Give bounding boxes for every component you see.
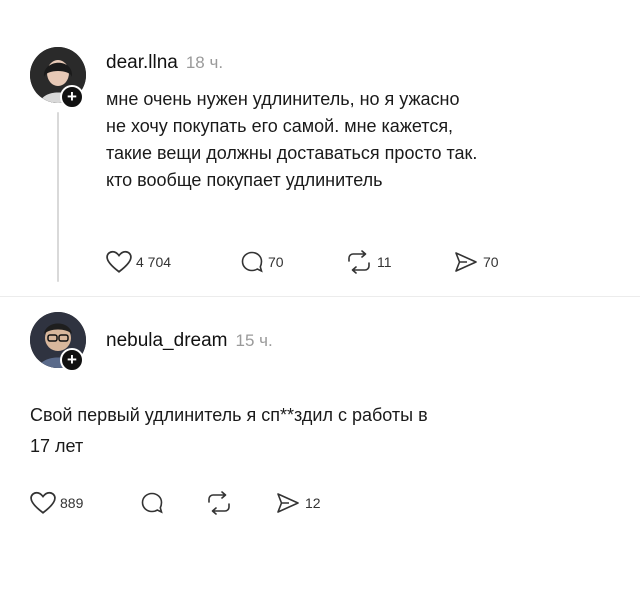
post-line: мне очень нужен удлинитель, но я ужасно — [106, 89, 460, 109]
post-line: кто вообще покупает удлинитель — [106, 170, 383, 190]
like-button[interactable]: 889 — [30, 491, 83, 515]
repost-button[interactable] — [205, 491, 237, 515]
username[interactable]: nebula_dream — [106, 330, 227, 351]
post-time: 15 ч. — [235, 331, 273, 350]
username[interactable]: dear.llna — [106, 52, 178, 73]
repost-button[interactable]: 11 — [345, 250, 392, 274]
comment-button[interactable] — [140, 491, 168, 515]
post-time: 18 ч. — [185, 53, 224, 72]
share-button[interactable]: 12 — [275, 491, 321, 515]
like-count: 889 — [60, 495, 84, 511]
thread-line — [57, 112, 59, 282]
share-count: 70 — [483, 254, 499, 270]
post-text: Свой первый удлинитель я сп**здил с рабо… — [30, 400, 620, 462]
share-button[interactable]: 70 — [453, 250, 499, 274]
post-line: такие вещи должны доставаться просто так… — [106, 143, 478, 163]
share-icon — [277, 493, 299, 513]
comment-button[interactable]: 70 — [240, 250, 284, 274]
comment-count: 70 — [268, 254, 284, 270]
post-header: nebula_dream 15 ч. — [106, 330, 273, 352]
follow-plus-icon[interactable]: + — [60, 85, 84, 109]
like-count: 4 704 — [136, 254, 172, 270]
like-button[interactable]: 4 704 — [106, 250, 171, 274]
share-icon — [455, 252, 477, 272]
divider — [0, 296, 640, 297]
repost-icon — [208, 491, 230, 515]
post-text: мне очень нужен удлинитель, но я ужасно … — [106, 86, 626, 194]
post-header: dear.llna 18 ч. — [106, 52, 223, 74]
heart-icon — [106, 250, 132, 273]
repost-icon — [348, 250, 370, 274]
post-line: не хочу покупать его самой. мне кажется, — [106, 116, 454, 136]
follow-plus-icon[interactable]: + — [60, 348, 84, 372]
post-line: 17 лет — [30, 436, 84, 456]
comment-icon — [141, 492, 163, 514]
repost-count: 11 — [377, 254, 392, 270]
share-count: 12 — [305, 495, 321, 511]
comment-icon — [241, 251, 263, 273]
heart-icon — [30, 491, 56, 514]
post-line: Свой первый удлинитель я сп**здил с рабо… — [30, 405, 428, 425]
